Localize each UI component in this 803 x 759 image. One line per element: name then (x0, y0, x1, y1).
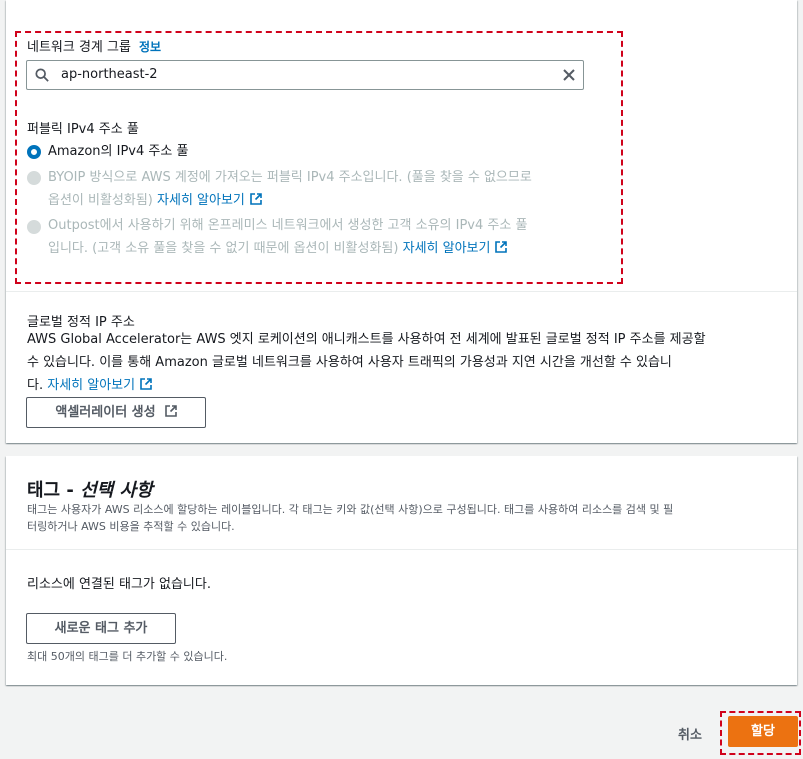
network-border-group-label: 네트워크 경계 그룹 정보 (27, 36, 161, 55)
divider (6, 549, 797, 550)
allocate-label: 할당 (751, 724, 775, 739)
tags-limit-text: 최대 50개의 태그를 더 추가할 수 있습니다. (27, 650, 228, 663)
ipv4-pool-label: 퍼블릭 IPv4 주소 풀 (27, 122, 139, 137)
option-outpost-label: Outpost에서 사용하기 위해 온프레미스 네트워크에서 생성한 고객 소유… (48, 214, 613, 260)
create-accelerator-button[interactable]: 액셀러레이터 생성 (26, 397, 206, 428)
external-link-icon (495, 241, 508, 253)
radio-byoip (27, 171, 41, 185)
learn-more-link-byoip[interactable]: 자세히 알아보기 (157, 193, 245, 208)
option-byoip-label: BYOIP 방식으로 AWS 계정에 가져오는 퍼블릭 IPv4 주소입니다. … (48, 166, 608, 212)
option-byoip-line2: 옵션이 비활성화됨) 자세히 알아보기 (48, 189, 608, 212)
no-tags-text: 리소스에 연결된 태그가 없습니다. (27, 577, 211, 592)
learn-more-link-outpost[interactable]: 자세히 알아보기 (403, 241, 491, 256)
create-accelerator-label: 액셀러레이터 생성 (55, 405, 156, 420)
option-outpost-line2: 입니다. (고객 소유 풀을 찾을 수 없기 때문에 옵션이 비활성화됨) 자세… (48, 237, 613, 260)
tags-title-main: 태그 - (27, 480, 81, 501)
tags-description: 태그는 사용자가 AWS 리소스에 할당하는 레이블입니다. 각 태그는 키와 … (27, 501, 782, 535)
add-tag-button[interactable]: 새로운 태그 추가 (26, 613, 176, 644)
info-link[interactable]: 정보 (139, 40, 161, 54)
tags-title: 태그 - 선택 사항 (27, 476, 153, 502)
network-border-group-search[interactable]: ap-northeast-2 (26, 60, 584, 90)
add-tag-label: 새로운 태그 추가 (54, 621, 148, 636)
global-ip-desc-line1: AWS Global Accelerator는 AWS 엣지 로케이션의 애니캐… (27, 332, 706, 347)
search-input-value[interactable]: ap-northeast-2 (61, 67, 158, 82)
divider (6, 291, 797, 292)
radio-outpost (27, 220, 41, 234)
option-byoip-line1: BYOIP 방식으로 AWS 계정에 가져오는 퍼블릭 IPv4 주소입니다. … (48, 170, 532, 185)
close-icon[interactable] (561, 67, 577, 83)
learn-more-link-global[interactable]: 자세히 알아보기 (47, 378, 135, 393)
option-amazon-pool-label[interactable]: Amazon의 IPv4 주소 풀 (48, 140, 188, 163)
global-ip-desc-line2: 수 있습니다. 이를 통해 Amazon 글로벌 네트워크를 사용하여 사용자 … (27, 355, 672, 370)
radio-amazon-pool[interactable] (27, 145, 41, 159)
external-link-icon (140, 378, 152, 390)
option-byoip-line2-text: 옵션이 비활성화됨) (48, 193, 153, 208)
option-outpost-line1: Outpost에서 사용하기 위해 온프레미스 네트워크에서 생성한 고객 소유… (48, 218, 528, 233)
external-link-icon (250, 193, 262, 205)
tags-desc-line1: 태그는 사용자가 AWS 리소스에 할당하는 레이블입니다. 각 태그는 키와 … (27, 503, 674, 516)
global-ip-description: AWS Global Accelerator는 AWS 엣지 로케이션의 애니캐… (27, 328, 787, 397)
network-border-group-text: 네트워크 경계 그룹 (27, 40, 131, 55)
external-link-icon (164, 405, 177, 417)
search-icon (35, 68, 49, 82)
option-outpost-line2-text: 입니다. (고객 소유 풀을 찾을 수 없기 때문에 옵션이 비활성화됨) (48, 241, 399, 256)
global-ip-desc-line3: 다. 자세히 알아보기 (27, 374, 787, 397)
allocate-button[interactable]: 할당 (728, 716, 798, 747)
global-ip-desc-line3-text: 다. (27, 378, 44, 393)
tags-desc-line2: 터링하거나 AWS 비용을 추적할 수 있습니다. (27, 520, 235, 533)
tags-title-optional: 선택 사항 (80, 480, 153, 501)
cancel-button[interactable]: 취소 (678, 724, 702, 743)
